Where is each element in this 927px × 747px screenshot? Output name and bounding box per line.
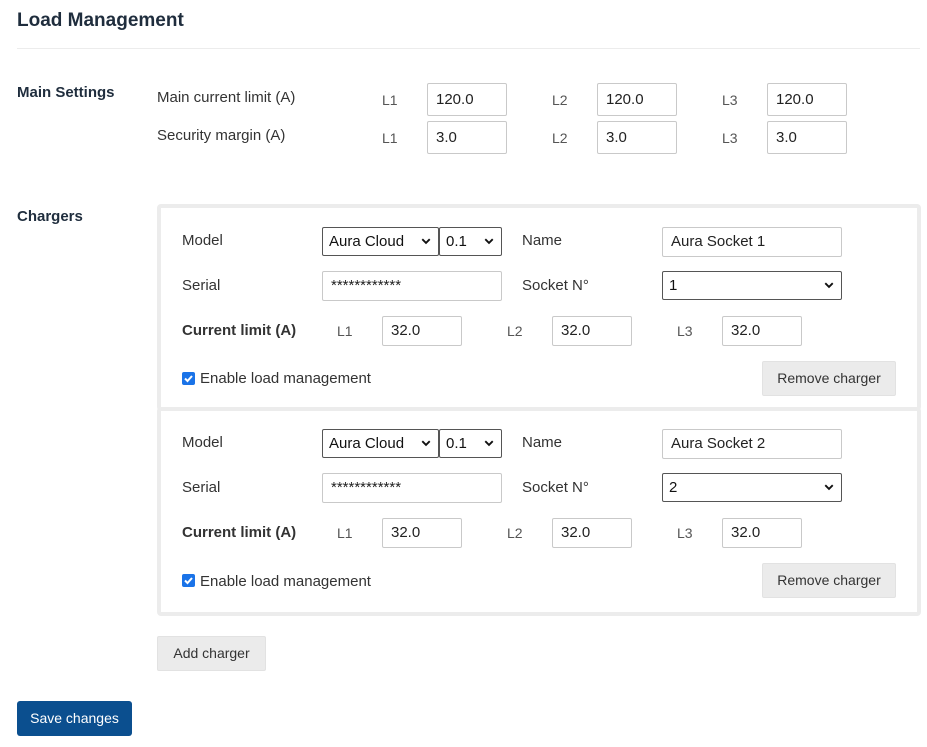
charger-2-current-limit-label: Current limit (A) — [182, 524, 297, 541]
security-margin-l2-input[interactable]: 3.0 — [597, 121, 677, 154]
charger-1-enable-checkbox[interactable] — [182, 372, 195, 385]
security-margin-l1-label: L1 — [382, 130, 398, 146]
charger-2-socket-label: Socket N° — [522, 479, 589, 496]
security-margin-l2-label: L2 — [552, 130, 568, 146]
page-title: Load Management — [17, 10, 184, 31]
charger-1-socket-label: Socket N° — [522, 277, 589, 294]
charger-2-model-value: Aura Cloud — [329, 435, 405, 452]
security-margin-l1-input[interactable]: 3.0 — [427, 121, 507, 154]
charger-2-model-select[interactable]: Aura Cloud — [322, 429, 439, 458]
charger-1-version-select[interactable]: 0.1 — [439, 227, 502, 256]
charger-1-name-input[interactable]: Aura Socket 1 — [662, 227, 842, 257]
charger-1-l2-input[interactable]: 32.0 — [552, 316, 632, 346]
main-current-l1-input[interactable]: 120.0 — [427, 83, 507, 116]
charger-1-socket-value: 1 — [669, 277, 678, 294]
main-current-l3-label: L3 — [722, 92, 738, 108]
charger-2-serial-label: Serial — [182, 479, 221, 496]
charger-1-model-label: Model — [182, 232, 223, 249]
charger-1-l1-label: L1 — [337, 323, 353, 339]
charger-2-enable-checkbox[interactable] — [182, 574, 195, 587]
charger-2-name-label: Name — [522, 434, 563, 451]
chargers-label: Chargers — [17, 208, 83, 225]
charger-1-l1-input[interactable]: 32.0 — [382, 316, 462, 346]
charger-1-model-select[interactable]: Aura Cloud — [322, 227, 439, 256]
title-divider — [17, 48, 920, 49]
charger-1-name-label: Name — [522, 232, 563, 249]
charger-2-model-label: Model — [182, 434, 223, 451]
charger-1-remove-button[interactable]: Remove charger — [762, 361, 896, 396]
main-current-label: Main current limit (A) — [157, 89, 296, 106]
charger-1-current-limit-label: Current limit (A) — [182, 322, 297, 339]
charger-2-l2-input[interactable]: 32.0 — [552, 518, 632, 548]
charger-2-version-select[interactable]: 0.1 — [439, 429, 502, 458]
charger-2-socket-value: 2 — [669, 479, 678, 496]
charger-1-model-value: Aura Cloud — [329, 233, 405, 250]
chevron-down-icon — [484, 440, 494, 447]
charger-2-serial-input[interactable]: ************ — [322, 473, 502, 503]
chevron-down-icon — [824, 282, 834, 289]
charger-1-socket-select[interactable]: 1 — [662, 271, 842, 300]
charger-1-l3-label: L3 — [677, 323, 693, 339]
charger-1-version-value: 0.1 — [446, 233, 467, 250]
security-margin-l3-input[interactable]: 3.0 — [767, 121, 847, 154]
charger-1-l2-label: L2 — [507, 323, 523, 339]
security-margin-label: Security margin (A) — [157, 127, 286, 144]
chevron-down-icon — [421, 238, 431, 245]
main-settings-label: Main Settings — [17, 84, 115, 101]
add-charger-button[interactable]: Add charger — [157, 636, 266, 671]
save-changes-button[interactable]: Save changes — [17, 701, 132, 736]
checkmark-icon — [184, 577, 193, 585]
charger-2-l1-input[interactable]: 32.0 — [382, 518, 462, 548]
security-margin-l3-label: L3 — [722, 130, 738, 146]
charger-1-l3-input[interactable]: 32.0 — [722, 316, 802, 346]
charger-2-l2-label: L2 — [507, 525, 523, 541]
charger-2-name-input[interactable]: Aura Socket 2 — [662, 429, 842, 459]
charger-2-version-value: 0.1 — [446, 435, 467, 452]
chevron-down-icon — [824, 484, 834, 491]
charger-2-socket-select[interactable]: 2 — [662, 473, 842, 502]
charger-2-l1-label: L1 — [337, 525, 353, 541]
charger-2-l3-label: L3 — [677, 525, 693, 541]
charger-2-remove-button[interactable]: Remove charger — [762, 563, 896, 598]
main-current-l3-input[interactable]: 120.0 — [767, 83, 847, 116]
checkmark-icon — [184, 375, 193, 383]
charger-1-serial-input[interactable]: ************ — [322, 271, 502, 301]
charger-1-enable-label: Enable load management — [200, 370, 371, 387]
main-current-l2-label: L2 — [552, 92, 568, 108]
main-current-l2-input[interactable]: 120.0 — [597, 83, 677, 116]
chevron-down-icon — [421, 440, 431, 447]
charger-1-serial-label: Serial — [182, 277, 221, 294]
main-current-l1-label: L1 — [382, 92, 398, 108]
charger-2-enable-label: Enable load management — [200, 573, 371, 590]
charger-2-l3-input[interactable]: 32.0 — [722, 518, 802, 548]
chevron-down-icon — [484, 238, 494, 245]
